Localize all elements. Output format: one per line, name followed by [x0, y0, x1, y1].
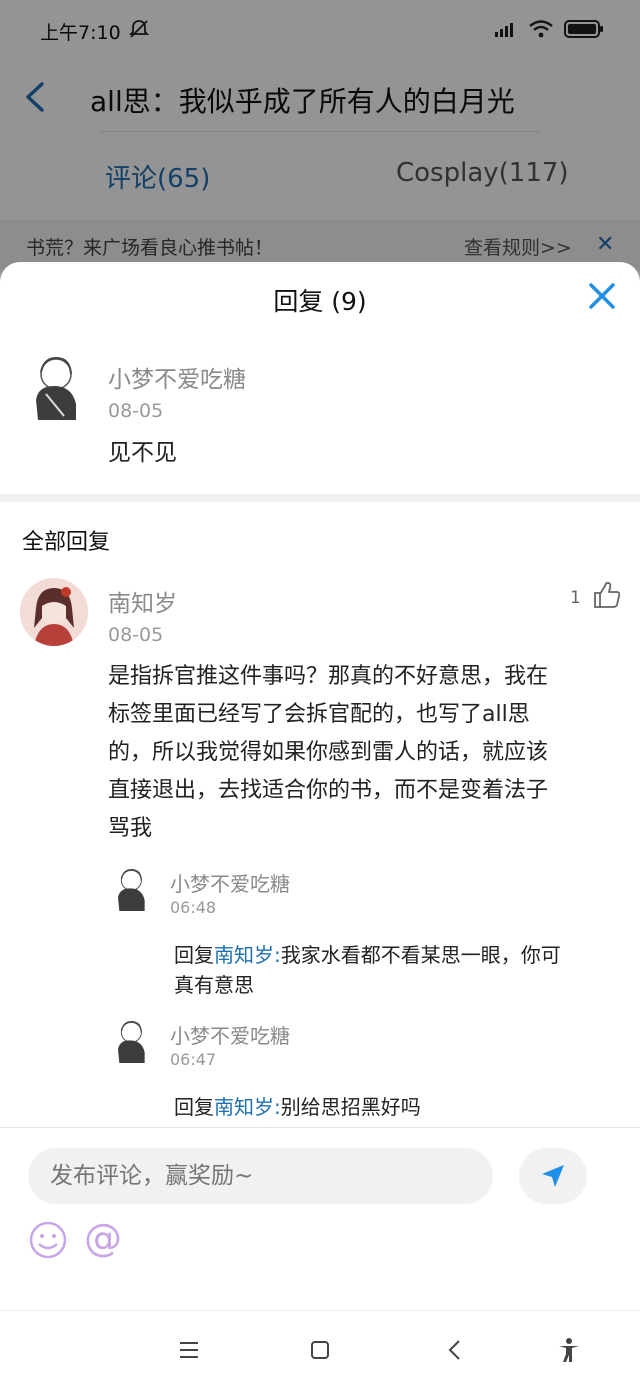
reply-body: 别给思招黑好吗: [280, 1095, 421, 1119]
reply-date: 08-05: [108, 624, 164, 646]
avatar-sketch-icon: [36, 356, 76, 420]
menu-icon[interactable]: [174, 1335, 204, 1365]
username[interactable]: 小梦不爱吃糖: [108, 360, 246, 394]
home-square-icon[interactable]: [305, 1335, 335, 1365]
reply-body: 我家水看都不看某思一眼，你可: [280, 943, 561, 967]
close-icon[interactable]: [586, 280, 618, 312]
reply-prefix: 回复: [174, 1095, 214, 1119]
avatar[interactable]: [110, 1016, 150, 1066]
avatar[interactable]: [20, 578, 88, 646]
username[interactable]: 小梦不爱吃糖: [170, 1020, 290, 1049]
reply-body-line2: 真有意思: [174, 973, 254, 997]
reply-time: 06:48: [170, 898, 217, 917]
mention-at-icon[interactable]: @: [84, 1216, 122, 1260]
avatar-sketch-icon: [118, 868, 145, 911]
avatar[interactable]: [24, 350, 84, 424]
mention-colon: :: [274, 943, 281, 967]
section-separator: [0, 494, 640, 502]
send-icon: [542, 1165, 564, 1187]
comment-input-bar: @: [0, 1127, 640, 1309]
reply-text-line: 直接退出，去找适合你的书，而不是变着法子: [108, 778, 549, 803]
all-replies-heading: 全部回复: [22, 530, 111, 555]
comment-date: 08-05: [108, 400, 164, 422]
modal-overlay[interactable]: [0, 0, 640, 300]
system-nav-bar: [0, 1310, 640, 1387]
sheet-title: 回复 (9): [273, 287, 367, 316]
mention-link[interactable]: 南知岁: [214, 1095, 274, 1119]
sub-reply-text: 回复南知岁:我家水看都不看某思一眼，你可 真有意思: [174, 940, 614, 1000]
like-count: 1: [570, 588, 581, 608]
back-icon[interactable]: [440, 1335, 470, 1365]
comment-text: 见不见: [108, 440, 177, 466]
thumbs-up-icon[interactable]: [592, 580, 622, 610]
comment-input[interactable]: [28, 1148, 493, 1204]
mention-link[interactable]: 南知岁: [214, 943, 274, 967]
reply-text-line: 骂我: [108, 816, 153, 841]
emoji-icon[interactable]: [28, 1220, 68, 1260]
reply-text-line: 标签里面已经写了会拆官配的，也写了all思: [108, 702, 530, 727]
reply-text-line: 的，所以我觉得如果你感到雷人的话，就应该: [108, 740, 549, 765]
sub-reply-text: 回复南知岁:别给思招黑好吗: [174, 1092, 614, 1122]
mention-colon: :: [274, 1095, 281, 1119]
username[interactable]: 南知岁: [108, 584, 177, 618]
reply-time: 06:47: [170, 1050, 217, 1069]
reply-text: 是指拆官推这件事吗？那真的不好意思，我在 标签里面已经写了会拆官配的，也写了al…: [108, 658, 628, 848]
accessibility-icon[interactable]: [554, 1335, 584, 1365]
send-button[interactable]: [519, 1148, 587, 1204]
reply-prefix: 回复: [174, 943, 214, 967]
reply-text-line: 是指拆官推这件事吗？那真的不好意思，我在: [108, 664, 549, 689]
avatar-sketch-icon: [118, 1020, 145, 1063]
username[interactable]: 小梦不爱吃糖: [170, 868, 290, 897]
avatar[interactable]: [110, 864, 150, 914]
avatar-illustration-icon: [20, 578, 88, 646]
